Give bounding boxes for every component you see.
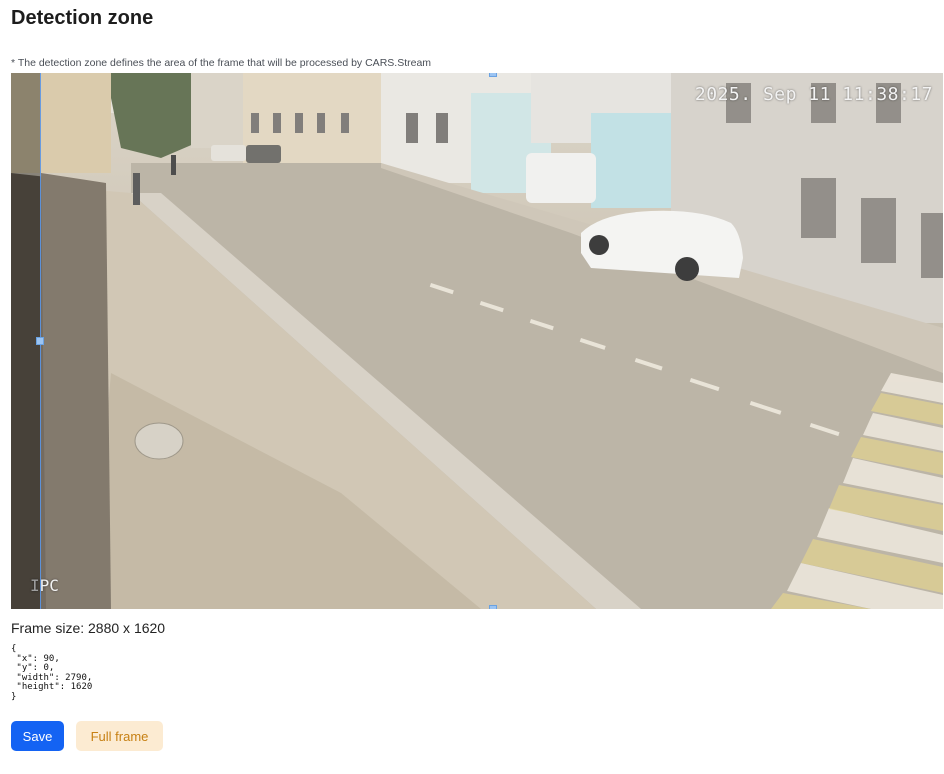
full-frame-button[interactable]: Full frame bbox=[76, 721, 163, 751]
detection-zone-rectangle[interactable] bbox=[36, 73, 943, 609]
frame-size-label: Frame size: 2880 x 1620 bbox=[11, 620, 166, 636]
zone-json-output: { "x": 90, "y": 0, "width": 2790, "heigh… bbox=[11, 644, 93, 702]
detection-zone-note: * The detection zone defines the area of… bbox=[11, 57, 432, 69]
save-button[interactable]: Save bbox=[11, 721, 64, 751]
zone-handle-bottom[interactable] bbox=[489, 605, 497, 609]
zone-handle-left[interactable] bbox=[36, 337, 44, 345]
zone-handle-top[interactable] bbox=[489, 73, 497, 77]
camera-frame[interactable]: 2025. Sep 11 11:38:17 IPC bbox=[11, 73, 943, 609]
page-title: Detection zone bbox=[11, 7, 154, 29]
